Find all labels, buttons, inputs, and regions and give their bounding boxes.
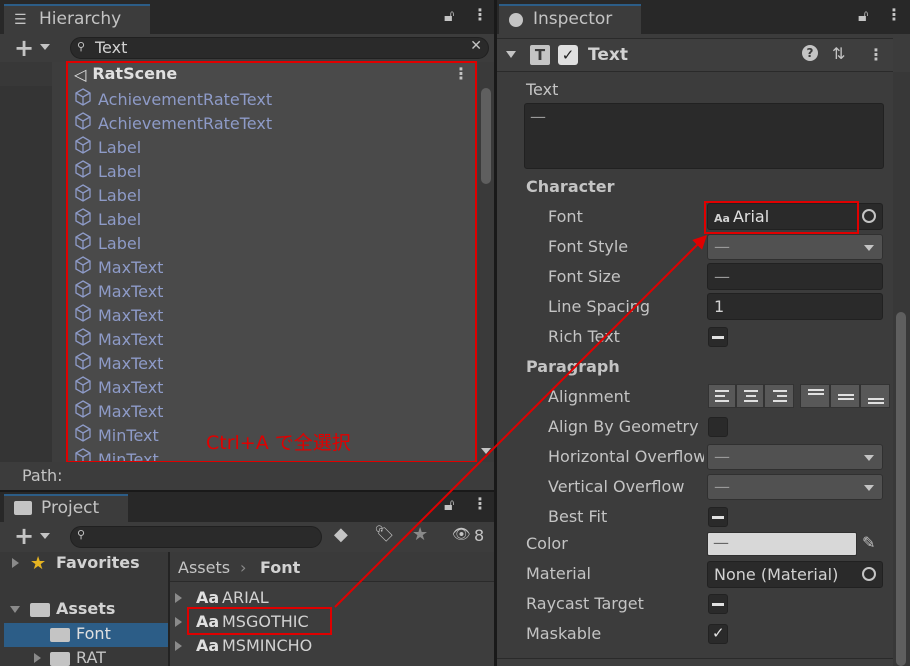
drag-arrow bbox=[334, 235, 707, 608]
drag-arrow-overlay bbox=[334, 235, 707, 608]
